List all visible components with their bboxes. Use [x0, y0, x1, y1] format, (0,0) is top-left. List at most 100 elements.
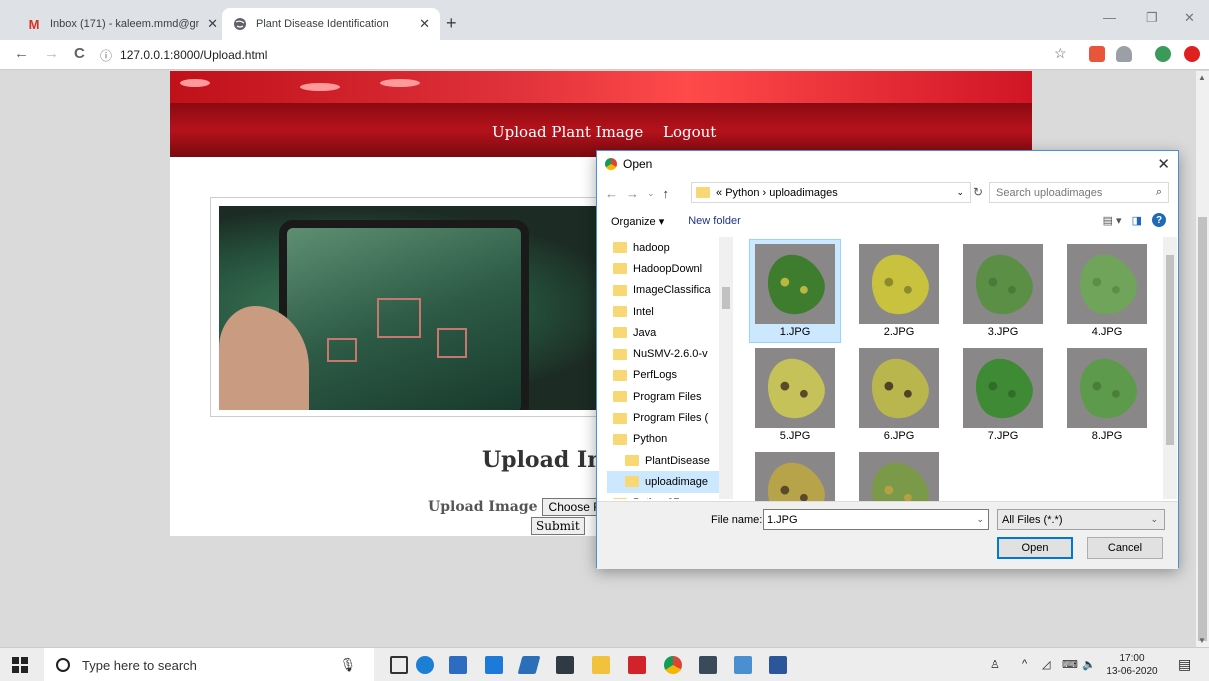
file-thumbnail[interactable]: 8.JPG	[1061, 343, 1153, 447]
tree-item[interactable]: Intel	[607, 301, 733, 322]
grid-scrollbar[interactable]	[1163, 237, 1177, 499]
forward-button[interactable]: →	[44, 45, 59, 62]
volume-icon[interactable]: 🔈	[1082, 658, 1096, 671]
file-thumbnail[interactable]: 3.JPG	[957, 239, 1049, 343]
tab-plant-disease[interactable]: Plant Disease Identification ✕	[222, 8, 440, 40]
scroll-thumb[interactable]	[1198, 217, 1207, 641]
notepad-icon[interactable]	[517, 656, 541, 674]
file-thumbnail[interactable]: 1.JPG	[749, 239, 841, 343]
organize-menu[interactable]: Organize ▾	[611, 215, 664, 228]
view-options-icon[interactable]: ▤ ▾	[1103, 214, 1122, 227]
file-thumbnail[interactable]: 7.JPG	[957, 343, 1049, 447]
file-thumbnail[interactable]: 6.JPG	[853, 343, 945, 447]
extension-icon[interactable]	[1155, 46, 1171, 62]
new-folder-button[interactable]: New folder	[688, 215, 741, 227]
word-icon[interactable]	[769, 656, 787, 674]
maximize-button[interactable]: ❐	[1146, 10, 1158, 26]
refresh-icon[interactable]: ↻	[973, 185, 983, 199]
input-method-icon[interactable]: ⌨	[1062, 658, 1078, 671]
nav-upload-link[interactable]: Upload Plant Image	[492, 123, 643, 141]
scroll-down-icon[interactable]: ▼	[1198, 636, 1206, 645]
reload-button[interactable]: C	[74, 45, 85, 62]
breadcrumb-overflow[interactable]: «	[716, 187, 722, 199]
nav-logout-link[interactable]: Logout	[663, 123, 716, 141]
chevron-down-icon[interactable]: ⌄	[976, 514, 984, 525]
tree-item[interactable]: HadoopDownl	[607, 258, 733, 279]
python-icon[interactable]	[699, 656, 717, 674]
folder-tree[interactable]: hadoop HadoopDownl ImageClassifica Intel Jav…	[607, 237, 733, 499]
tree-scroll-thumb[interactable]	[722, 287, 730, 309]
tree-item[interactable]: ImageClassifica	[607, 280, 733, 301]
breadcrumb[interactable]: « Python › uploadimages ⌄	[691, 182, 971, 203]
file-thumbnail[interactable]: 4.JPG	[1061, 239, 1153, 343]
microphone-icon[interactable]: 🎙	[339, 657, 356, 673]
taskbar-clock[interactable]: 17:00 13-06-2020	[1106, 652, 1158, 678]
dialog-close-button[interactable]: ✕	[1157, 155, 1170, 173]
file-thumbnail[interactable]: 2.JPG	[853, 239, 945, 343]
tree-item[interactable]: Python27	[607, 493, 733, 499]
tab-close-icon[interactable]: ✕	[207, 16, 218, 32]
tree-item[interactable]: NuSMV-2.6.0-v	[607, 343, 733, 364]
tree-scrollbar[interactable]	[719, 237, 733, 499]
terminal-icon[interactable]	[556, 656, 574, 674]
forward-arrow-icon[interactable]: →	[626, 186, 639, 201]
task-view-icon[interactable]	[390, 656, 408, 674]
grid-scroll-thumb[interactable]	[1166, 255, 1174, 445]
window-close-button[interactable]: ✕	[1184, 10, 1195, 26]
tree-item[interactable]: PerfLogs	[607, 365, 733, 386]
file-thumbnail[interactable]: 5.JPG	[749, 343, 841, 447]
file-thumbnail-grid[interactable]: 1.JPG 2.JPG 3.JPG 4.JPG 5.JPG 6.JPG 7.JPG 8.JPG	[749, 239, 1161, 501]
cancel-button[interactable]: Cancel	[1087, 537, 1163, 559]
tree-item[interactable]: uploadimage	[607, 471, 733, 493]
back-button[interactable]: ←	[14, 45, 29, 62]
tab-inbox[interactable]: M Inbox (171) - kaleem.mmd@gma ✕	[16, 8, 228, 40]
shield-icon[interactable]	[1116, 46, 1132, 62]
edge-icon[interactable]	[416, 656, 434, 674]
info-icon[interactable]: ⓘ	[100, 47, 112, 64]
submit-button[interactable]: Submit	[531, 517, 585, 535]
up-arrow-icon[interactable]: ↑	[663, 186, 670, 201]
chevron-down-icon[interactable]: ⌄	[956, 187, 964, 198]
mail-icon[interactable]	[485, 656, 503, 674]
breadcrumb-python[interactable]: Python	[725, 187, 759, 199]
page-scrollbar[interactable]: ▲ ▼	[1196, 71, 1209, 647]
store-icon[interactable]	[449, 656, 467, 674]
recent-dropdown-icon[interactable]: ⌄	[647, 188, 655, 199]
document-icon[interactable]	[734, 656, 752, 674]
breadcrumb-current[interactable]: uploadimages	[769, 187, 838, 199]
file-explorer-icon[interactable]	[592, 656, 610, 674]
tree-item[interactable]: Java	[607, 322, 733, 343]
windows-start-icon[interactable]	[12, 657, 28, 673]
tree-item[interactable]: Python	[607, 429, 733, 450]
back-arrow-icon[interactable]: ←	[605, 186, 618, 201]
extension-icon[interactable]	[1089, 46, 1105, 62]
file-name-input[interactable]: 1.JPG ⌄	[763, 509, 989, 530]
network-icon[interactable]: ◿	[1042, 658, 1050, 671]
help-icon[interactable]: ?	[1152, 213, 1166, 227]
chrome-icon[interactable]	[664, 656, 682, 674]
minimize-button[interactable]: —	[1103, 10, 1116, 25]
chevron-up-icon[interactable]: ^	[1022, 658, 1027, 670]
address-bar[interactable]: ⓘ 127.0.0.1:8000/Upload.html	[100, 43, 1045, 67]
pdf-reader-icon[interactable]	[628, 656, 646, 674]
file-type-select[interactable]: All Files (*.*) ⌄	[997, 509, 1165, 530]
people-icon[interactable]: ♙	[990, 658, 1000, 671]
taskbar-search[interactable]: Type here to search 🎙	[44, 648, 374, 681]
tree-item[interactable]: Program Files (	[607, 407, 733, 428]
preview-pane-icon[interactable]: ◨	[1132, 214, 1142, 227]
extension-icon[interactable]	[1184, 46, 1200, 62]
bookmark-star-icon[interactable]: ☆	[1054, 45, 1067, 62]
notification-icon[interactable]: ▤	[1178, 656, 1191, 673]
new-tab-button[interactable]: +	[446, 13, 457, 34]
file-thumbnail[interactable]	[853, 447, 945, 501]
dialog-search-input[interactable]: Search uploadimages ⌕	[989, 182, 1169, 203]
tab-close-icon[interactable]: ✕	[419, 16, 430, 32]
open-button[interactable]: Open	[997, 537, 1073, 559]
tree-item[interactable]: Program Files	[607, 386, 733, 407]
chevron-down-icon[interactable]: ⌄	[1150, 514, 1158, 525]
tree-item[interactable]: PlantDisease	[607, 450, 733, 471]
tree-item[interactable]: hadoop	[607, 237, 733, 258]
scroll-up-icon[interactable]: ▲	[1198, 73, 1206, 82]
dialog-titlebar[interactable]: Open	[597, 151, 1178, 177]
file-thumbnail[interactable]	[749, 447, 841, 501]
